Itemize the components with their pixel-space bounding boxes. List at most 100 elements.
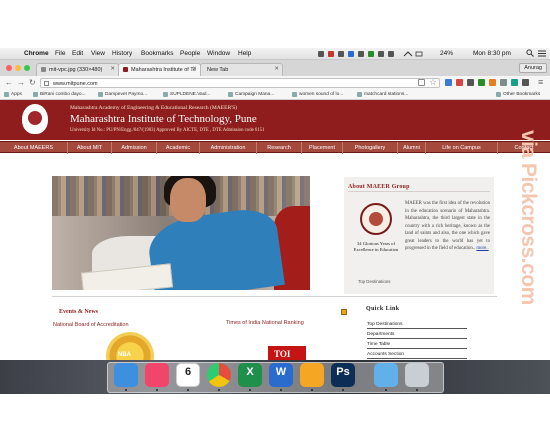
calendar-label: 6 — [184, 366, 192, 378]
address-bar[interactable]: www.mitpune.com — [40, 78, 440, 88]
back-arrow-icon[interactable]: ← — [5, 78, 13, 88]
status-icons[interactable] — [318, 50, 423, 60]
bookmark-star-icon[interactable]: ☆ — [429, 77, 437, 87]
other-bookmarks[interactable]: Other Bookmarks — [496, 92, 540, 97]
nav-academic[interactable]: Academic — [157, 142, 200, 154]
top-destination-label[interactable]: Top Destinations — [358, 279, 390, 284]
nav-about-mit[interactable]: About MIT — [68, 142, 112, 154]
finder-icon[interactable] — [114, 363, 138, 387]
nav-life-on-campus[interactable]: Life on Campus — [426, 142, 498, 154]
folder-icon[interactable] — [374, 363, 398, 387]
menu-icon[interactable]: ≡ — [538, 77, 543, 87]
extension-2-icon[interactable] — [456, 79, 463, 86]
quick-link-item[interactable]: Departments — [367, 332, 467, 339]
chrome-icon[interactable] — [207, 363, 231, 387]
menu-people[interactable]: People — [180, 50, 200, 57]
close-tab-icon[interactable]: ✕ — [192, 66, 197, 72]
quick-link-item[interactable]: Top Destinations — [367, 322, 467, 329]
bookmark-5[interactable]: women sound of lo... — [292, 92, 343, 97]
nav-admission[interactable]: Admission — [112, 142, 157, 154]
top-letterbox — [0, 0, 550, 48]
mac-menubar: Chrome File Edit View History Bookmarks … — [0, 48, 550, 60]
quick-link-toggle-icon[interactable] — [341, 309, 347, 315]
sketch-icon[interactable] — [300, 363, 324, 387]
menu-edit[interactable]: Edit — [72, 50, 83, 57]
screen: { "menubar": { "apple_glyph": "", "app":… — [0, 0, 550, 443]
menu-help[interactable]: Help — [238, 50, 251, 57]
nba-news-link[interactable]: National Board of Accreditation — [53, 322, 129, 328]
tab-new[interactable]: New Tab ✕ — [200, 63, 283, 76]
nav-research[interactable]: Research — [257, 142, 302, 154]
toi-news-link[interactable]: Times of India National Ranking — [226, 320, 304, 326]
menubar-clock[interactable]: Mon 8:30 pm — [473, 50, 511, 57]
running-indicator — [280, 389, 282, 391]
profile-button[interactable]: Anurag — [519, 63, 547, 73]
web-page: Maharashtra Academy of Engineering & Edu… — [0, 100, 550, 360]
more-link[interactable]: more.. — [476, 246, 488, 251]
extension-8-icon[interactable] — [522, 79, 529, 86]
menu-window[interactable]: Window — [207, 50, 230, 57]
battery-percent: 24% — [440, 50, 454, 57]
bookmark-apps[interactable]: Apps — [4, 92, 22, 97]
about-body: MAEER was the first idea of the revoluti… — [405, 201, 490, 251]
word-label: W — [275, 366, 287, 378]
list-icon[interactable] — [538, 49, 546, 59]
events-heading: Events & News — [59, 309, 98, 315]
extension-6-icon[interactable] — [500, 79, 507, 86]
running-indicator — [156, 389, 158, 391]
nav-about-maeers[interactable]: About MAEERS — [0, 142, 68, 154]
excel-label: X — [246, 366, 254, 378]
site-header: Maharashtra Academy of Engineering & Edu… — [0, 100, 550, 140]
close-tab-icon[interactable]: ✕ — [110, 66, 115, 72]
nav-administration[interactable]: Administration — [200, 142, 257, 154]
nav-alumni[interactable]: Alumni — [398, 142, 426, 154]
running-indicator — [218, 389, 220, 391]
extension-4-icon[interactable] — [478, 79, 485, 86]
extension-1-icon[interactable] — [445, 79, 452, 86]
bookmark-2[interactable]: Dampevet Paymo... — [98, 92, 147, 97]
search-icon[interactable] — [526, 49, 534, 59]
site-subtitle: Maharashtra Academy of Engineering & Edu… — [70, 105, 238, 111]
close-window-icon[interactable] — [6, 65, 12, 71]
page-action-icon[interactable] — [418, 79, 425, 86]
bookmark-3[interactable]: SUPLDENE.Vaul... — [163, 92, 210, 97]
divider — [348, 191, 490, 192]
site-approval-line: University Id No.: PU/PN/Engg./047/(1983… — [70, 128, 265, 133]
bookmark-6[interactable]: matchcard stations... — [357, 92, 408, 97]
extension-7-icon[interactable] — [511, 79, 518, 86]
menu-app-chrome[interactable]: Chrome — [24, 50, 49, 57]
extension-5-icon[interactable] — [489, 79, 496, 86]
menu-bookmarks[interactable]: Bookmarks — [141, 50, 174, 57]
forward-arrow-icon[interactable]: → — [17, 78, 25, 88]
quick-link-item[interactable]: Accounts Section — [367, 352, 467, 359]
nav-placement[interactable]: Placement — [302, 142, 343, 154]
itunes-icon[interactable] — [145, 363, 169, 387]
bookmark-1[interactable]: BiRani combo dayo... — [33, 92, 86, 97]
about-heading: About MAEER Group — [348, 184, 410, 190]
close-tab-icon[interactable]: ✕ — [274, 66, 279, 72]
tab-image[interactable]: mit-vpc.jpg (330×480) ✕ — [36, 63, 119, 76]
tab-mit[interactable]: Maharashtra Institute of Te ✕ — [118, 63, 201, 76]
menubar-extras-icon — [318, 51, 423, 57]
extension-3-icon[interactable] — [467, 79, 474, 86]
mit-logo-icon[interactable] — [22, 104, 48, 134]
page-icon — [44, 81, 49, 86]
mit-favicon-icon — [123, 67, 128, 72]
menu-history[interactable]: History — [112, 50, 132, 57]
running-indicator — [125, 389, 127, 391]
zoom-window-icon[interactable] — [24, 65, 30, 71]
trash-icon[interactable] — [405, 363, 429, 387]
divider — [52, 296, 497, 297]
nav-photogallery[interactable]: Photogallery — [343, 142, 398, 154]
menu-file[interactable]: File — [55, 50, 65, 57]
site-title: Maharashtra Institute of Technology, Pun… — [70, 113, 257, 125]
running-indicator — [385, 389, 387, 391]
watermark: via Pickcross.com — [512, 130, 550, 330]
bookmarks-bar: Apps BiRani combo dayo... Dampevet Paymo… — [0, 90, 550, 100]
seal-caption: 34 Glorious Years of Excellence in Educa… — [353, 241, 399, 252]
reload-icon[interactable]: ↻ — [29, 78, 36, 88]
quick-link-item[interactable]: Time Table — [367, 342, 467, 349]
minimize-window-icon[interactable] — [15, 65, 21, 71]
bookmark-4[interactable]: Campaign Mana... — [228, 92, 274, 97]
menu-view[interactable]: View — [91, 50, 105, 57]
